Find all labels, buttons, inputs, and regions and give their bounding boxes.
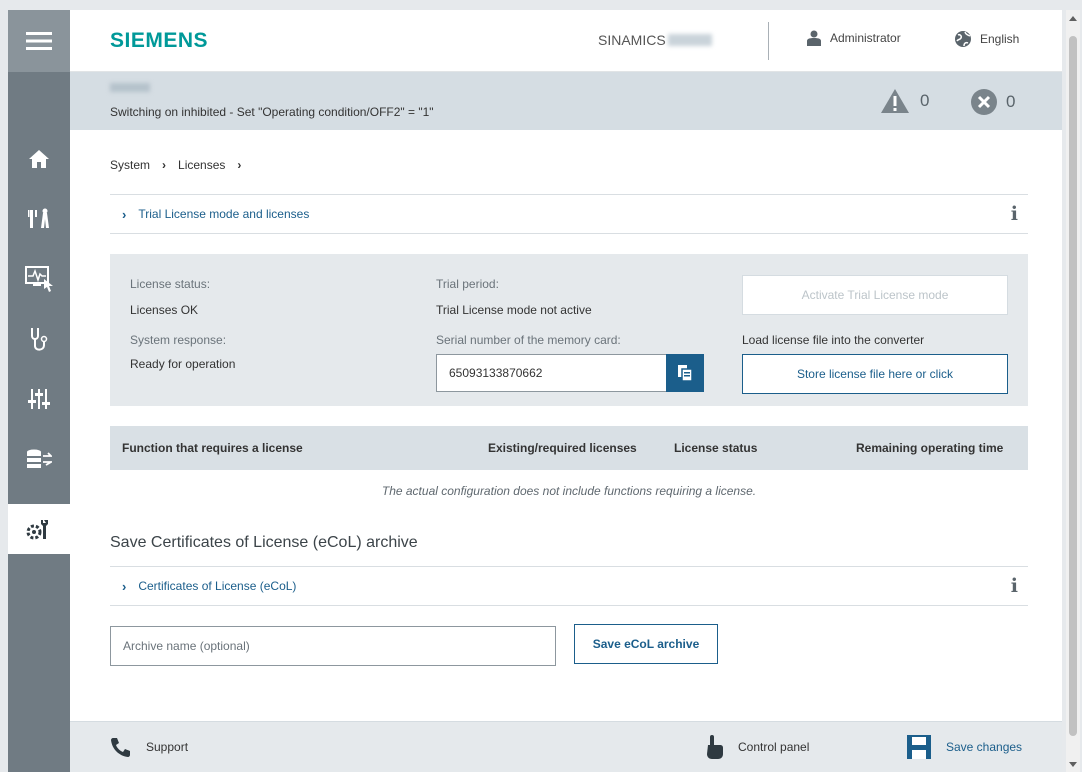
license-status-panel: License status: Licenses OK System respo…: [110, 254, 1028, 406]
errors-indicator[interactable]: 0: [970, 88, 1015, 116]
top-header: SIEMENS SINAMICS Administrator English: [70, 10, 1062, 72]
ecol-section-heading: Save Certificates of License (eCoL) arch…: [110, 534, 418, 551]
error-icon: [971, 89, 997, 115]
data-icon: [27, 449, 52, 468]
system-response-label: System response:: [130, 333, 227, 347]
control-panel-label: Control panel: [738, 740, 810, 754]
user-menu[interactable]: Administrator: [806, 30, 901, 46]
scroll-down-arrow-icon[interactable]: [1069, 762, 1077, 767]
load-license-label: Load license file into the converter: [742, 333, 925, 347]
nav-monitoring[interactable]: [8, 254, 70, 304]
monitor-icon: [25, 266, 53, 292]
language-selector[interactable]: English: [954, 30, 1019, 48]
product-label: SINAMICS: [598, 32, 666, 48]
archive-name-input[interactable]: [123, 639, 543, 653]
settings-icon: [26, 520, 48, 540]
breadcrumb-separator: ›: [237, 158, 242, 172]
copy-serial-button[interactable]: [666, 354, 704, 392]
product-name: SINAMICS: [598, 32, 712, 48]
save-changes-label: Save changes: [946, 740, 1023, 754]
status-message: Switching on inhibited - Set "Operating …: [110, 105, 434, 119]
redacted-device-name: [667, 34, 712, 46]
user-name: Administrator: [830, 31, 901, 45]
column-function[interactable]: Function that requires a license: [122, 441, 303, 455]
language-label: English: [980, 32, 1020, 46]
copy-icon: [678, 365, 693, 382]
archive-name-field[interactable]: [110, 626, 556, 666]
globe-icon: [955, 31, 971, 47]
control-panel-link[interactable]: Control panel: [704, 734, 809, 760]
column-existing-required[interactable]: Existing/required licenses: [488, 441, 637, 455]
license-status-value: Licenses OK: [130, 303, 199, 317]
footer-bar: Support Control panel Save changes: [70, 721, 1062, 772]
vertical-scrollbar[interactable]: [1066, 10, 1080, 772]
breadcrumb: System › Licenses ›: [110, 158, 241, 172]
chevron-right-icon: ›: [122, 578, 127, 594]
trial-period-value: Trial License mode not active: [436, 303, 592, 317]
warnings-count: 0: [920, 91, 930, 110]
support-label: Support: [146, 740, 189, 754]
breadcrumb-separator: ›: [162, 158, 167, 172]
redacted-device-id: [110, 83, 150, 92]
breadcrumb-licenses[interactable]: Licenses: [178, 158, 225, 172]
status-bar: Switching on inhibited - Set "Operating …: [70, 72, 1062, 130]
header-divider: [768, 22, 769, 60]
info-icon[interactable]: i: [1011, 575, 1018, 597]
serial-number-label: Serial number of the memory card:: [436, 333, 621, 347]
activate-trial-button[interactable]: Activate Trial License mode: [742, 275, 1008, 315]
siemens-logo: SIEMENS: [110, 29, 209, 52]
ecol-section[interactable]: › Certificates of License (eCoL) i: [110, 566, 1028, 606]
nav-backup[interactable]: [8, 434, 70, 484]
nav-diagnostics[interactable]: [8, 314, 70, 364]
nav-home[interactable]: [8, 134, 70, 184]
serial-number-value: 65093133870662: [449, 366, 543, 380]
save-ecol-archive-button[interactable]: Save eCoL archive: [574, 624, 718, 664]
nav-parameters[interactable]: [8, 374, 70, 424]
nav-rail: [8, 10, 70, 772]
phone-icon: [111, 738, 130, 757]
nav-system[interactable]: [8, 504, 70, 554]
parameters-icon: [28, 389, 50, 409]
ecol-section-title: Certificates of License (eCoL): [138, 579, 297, 593]
store-license-file-button[interactable]: Store license file here or click: [742, 354, 1008, 394]
column-license-status[interactable]: License status: [674, 441, 757, 455]
diagnostics-icon: [31, 328, 48, 351]
save-icon: [907, 735, 931, 759]
chevron-right-icon: ›: [122, 206, 127, 222]
info-icon[interactable]: i: [1011, 203, 1018, 225]
scrollbar-thumb[interactable]: [1069, 36, 1077, 736]
tools-icon: [28, 208, 49, 228]
license-table-header: Function that requires a license Existin…: [110, 426, 1028, 470]
support-link[interactable]: Support: [110, 736, 188, 758]
trial-license-section-title: Trial License mode and licenses: [138, 207, 310, 221]
warnings-indicator[interactable]: 0: [880, 88, 929, 114]
trial-period-label: Trial period:: [436, 277, 499, 291]
main-panel: SIEMENS SINAMICS Administrator English S…: [70, 10, 1062, 772]
breadcrumb-system[interactable]: System: [110, 158, 150, 172]
nav-commissioning[interactable]: [8, 194, 70, 244]
serial-number-field: 65093133870662: [436, 354, 704, 392]
errors-count: 0: [1006, 92, 1016, 111]
menu-button[interactable]: [8, 10, 70, 72]
scroll-up-arrow-icon[interactable]: [1069, 16, 1077, 21]
home-icon: [29, 150, 49, 168]
trial-license-section[interactable]: › Trial License mode and licenses i: [110, 194, 1028, 234]
save-changes-button[interactable]: Save changes: [906, 734, 1022, 760]
warning-icon: [881, 89, 909, 113]
hand-pointer-icon: [707, 735, 723, 759]
license-status-label: License status:: [130, 277, 211, 291]
column-remaining-time[interactable]: Remaining operating time: [856, 441, 1003, 455]
menu-icon: [26, 32, 52, 50]
system-response-value: Ready for operation: [130, 357, 236, 371]
user-icon: [807, 30, 821, 46]
table-empty-message: The actual configuration does not includ…: [381, 484, 757, 498]
